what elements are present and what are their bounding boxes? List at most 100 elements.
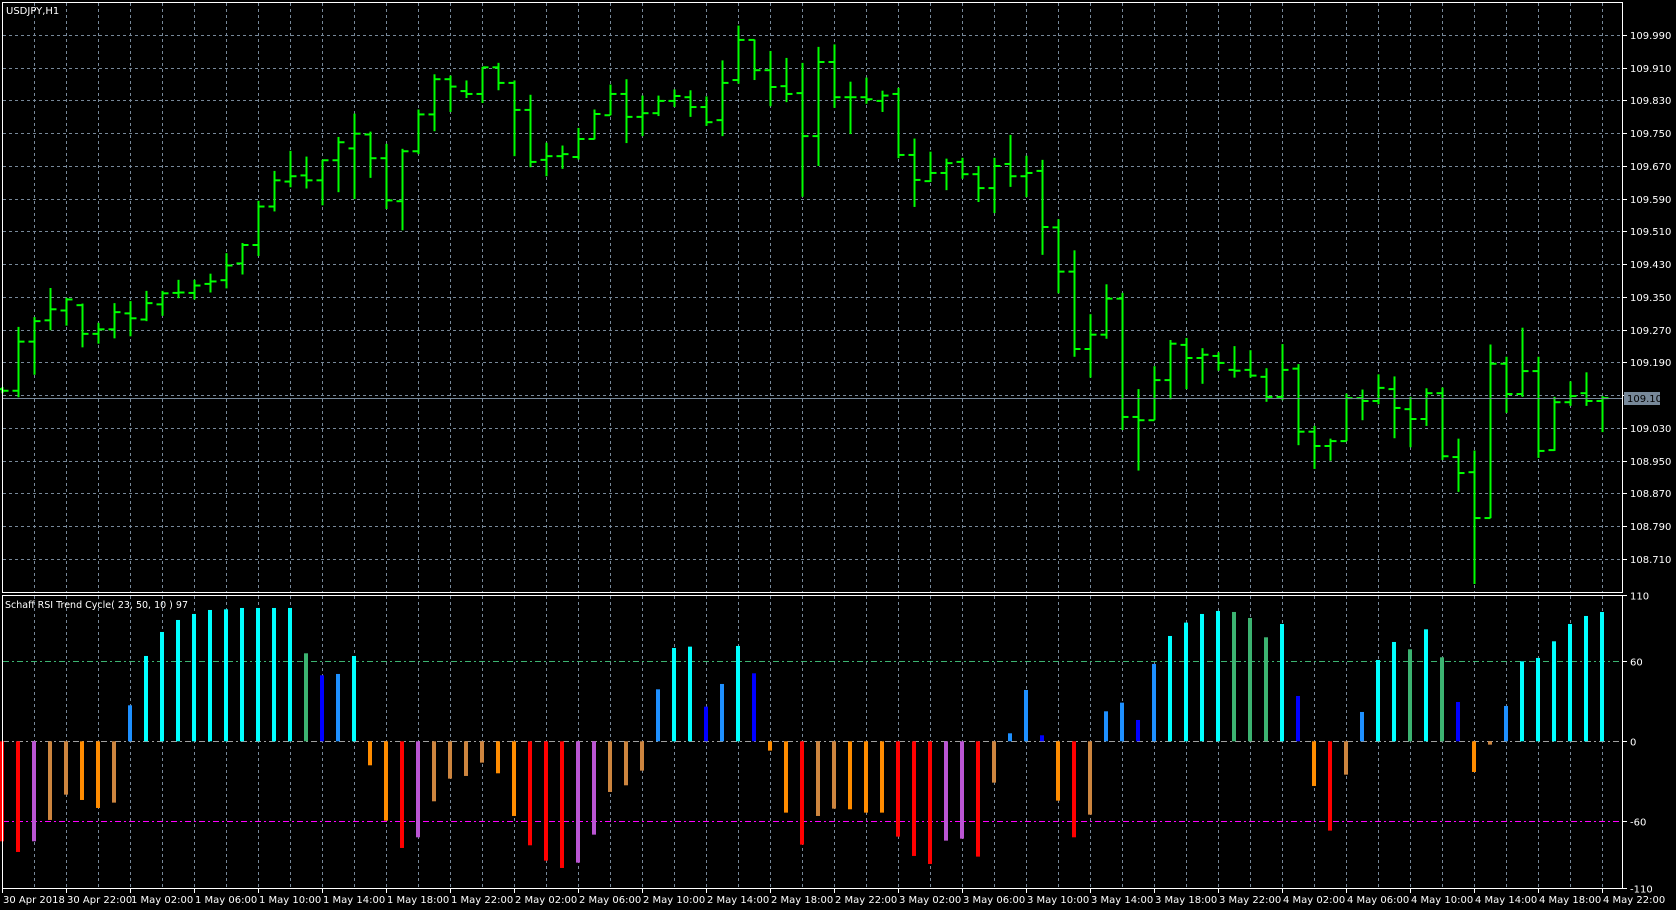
indicator-bar: [1200, 613, 1204, 742]
price-bar: [780, 57, 793, 103]
indicator-bar: [1056, 741, 1060, 801]
price-bar: [796, 62, 809, 197]
price-bar: [108, 303, 121, 339]
indicator-bar: [1536, 657, 1540, 742]
indicator-bar: [896, 741, 900, 837]
price-bar: [732, 25, 745, 84]
price-bar: [1180, 337, 1193, 390]
indicator-axis-label: 110: [1630, 592, 1649, 603]
price-bar: [1324, 438, 1337, 461]
price-bar: [1244, 350, 1257, 378]
indicator-bar: [880, 741, 884, 813]
price-axis-label: 108.870: [1630, 489, 1671, 500]
indicator-bar: [32, 741, 36, 842]
indicator-bar: [1152, 663, 1156, 742]
indicator-bar: [1232, 611, 1236, 742]
indicator-bar: [1024, 689, 1028, 742]
indicator-bar: [1392, 641, 1396, 742]
indicator-bar: [160, 631, 164, 742]
indicator-bar: [640, 741, 644, 771]
indicator-bar: [144, 655, 148, 742]
indicator-bar: [912, 741, 916, 856]
indicator-bar: [400, 741, 404, 848]
indicator-axis-label: 60: [1630, 658, 1643, 669]
indicator-bar: [80, 741, 84, 800]
price-bar: [588, 109, 601, 140]
indicator-bar: [96, 741, 100, 808]
time-axis-label: 1 May 02:00: [131, 895, 193, 906]
price-bar: [828, 44, 841, 108]
time-axis-label: 2 May 14:00: [707, 895, 769, 906]
price-bar: [1420, 388, 1433, 426]
indicator-bar: [704, 706, 708, 742]
price-bar: [604, 84, 617, 117]
indicator-bar: [1248, 617, 1252, 742]
time-axis-label: 2 May 22:00: [835, 895, 897, 906]
indicator-bar: [1184, 622, 1188, 742]
price-axis-label: 109.190: [1630, 358, 1671, 369]
time-axis-label: 4 May 14:00: [1475, 895, 1537, 906]
indicator-bar: [368, 741, 372, 766]
price-bar: [156, 290, 169, 316]
indicator-bar: [1312, 741, 1316, 786]
indicator-bar: [720, 683, 724, 742]
indicator-bar: [192, 613, 196, 742]
indicator-bar: [1008, 733, 1012, 742]
indicator-bar: [16, 741, 20, 852]
indicator-bar: [1440, 657, 1444, 742]
indicator-bar: [1136, 719, 1140, 742]
price-bar: [1356, 389, 1369, 421]
indicator-bar: [224, 609, 228, 742]
price-bar: [1516, 327, 1529, 397]
price-bar: [508, 80, 521, 157]
indicator-bar: [1216, 610, 1220, 742]
indicator-bar: [784, 741, 788, 813]
indicator-bar: [1296, 695, 1300, 742]
time-axis-label: 2 May 10:00: [643, 895, 705, 906]
indicator-bar: [1360, 711, 1364, 742]
price-bar: [140, 290, 153, 322]
price-bar: [124, 301, 137, 337]
price-bar: [1500, 356, 1513, 413]
time-axis-label: 4 May 10:00: [1411, 895, 1473, 906]
price-bar: [1196, 348, 1209, 384]
price-bar: [268, 170, 281, 212]
price-bar: [556, 145, 569, 169]
price-bar: [348, 113, 361, 200]
price-bar: [1580, 372, 1593, 406]
price-bar: [1596, 396, 1609, 433]
price-bar: [284, 150, 297, 188]
time-axis-label: 30 Apr 2018: [3, 895, 65, 906]
price-bar: [1532, 356, 1545, 458]
price-bar: [76, 303, 89, 348]
indicator-bar: [528, 741, 532, 846]
price-bar: [204, 273, 217, 293]
indicator-bar: [1376, 659, 1380, 742]
indicator-bar: [320, 675, 324, 742]
price-axis-label: 109.990: [1630, 31, 1671, 42]
indicator-bar: [1072, 741, 1076, 838]
indicator-bar: [752, 673, 756, 742]
price-bar: [1148, 366, 1161, 422]
price-bar: [1132, 389, 1145, 471]
chart-window[interactable]: 109.990 109.910 109.830 109.750 109.670 109.5…: [0, 0, 1676, 910]
time-axis-label: 4 May 06:00: [1347, 895, 1409, 906]
time-axis-label: 2 May 18:00: [771, 895, 833, 906]
price-bar: [1260, 368, 1273, 402]
indicator-bar: [736, 645, 740, 742]
price-bar: [332, 136, 345, 193]
indicator-bar: [208, 609, 212, 742]
indicator-bar: [624, 741, 628, 786]
indicator-bar: [1504, 705, 1508, 742]
indicator-bar: [1104, 711, 1108, 742]
indicator-bar: [1600, 611, 1604, 742]
price-bar: [764, 50, 777, 107]
indicator-bar: [288, 607, 292, 742]
indicator-bar: [688, 646, 692, 742]
indicator-bar: [384, 741, 388, 821]
time-axis-label: 2 May 02:00: [515, 895, 577, 906]
indicator-bar: [1120, 702, 1124, 742]
indicator-bar: [976, 741, 980, 857]
time-axis-label: 4 May 22:00: [1603, 895, 1665, 906]
price-axis-label: 109.030: [1630, 424, 1671, 435]
